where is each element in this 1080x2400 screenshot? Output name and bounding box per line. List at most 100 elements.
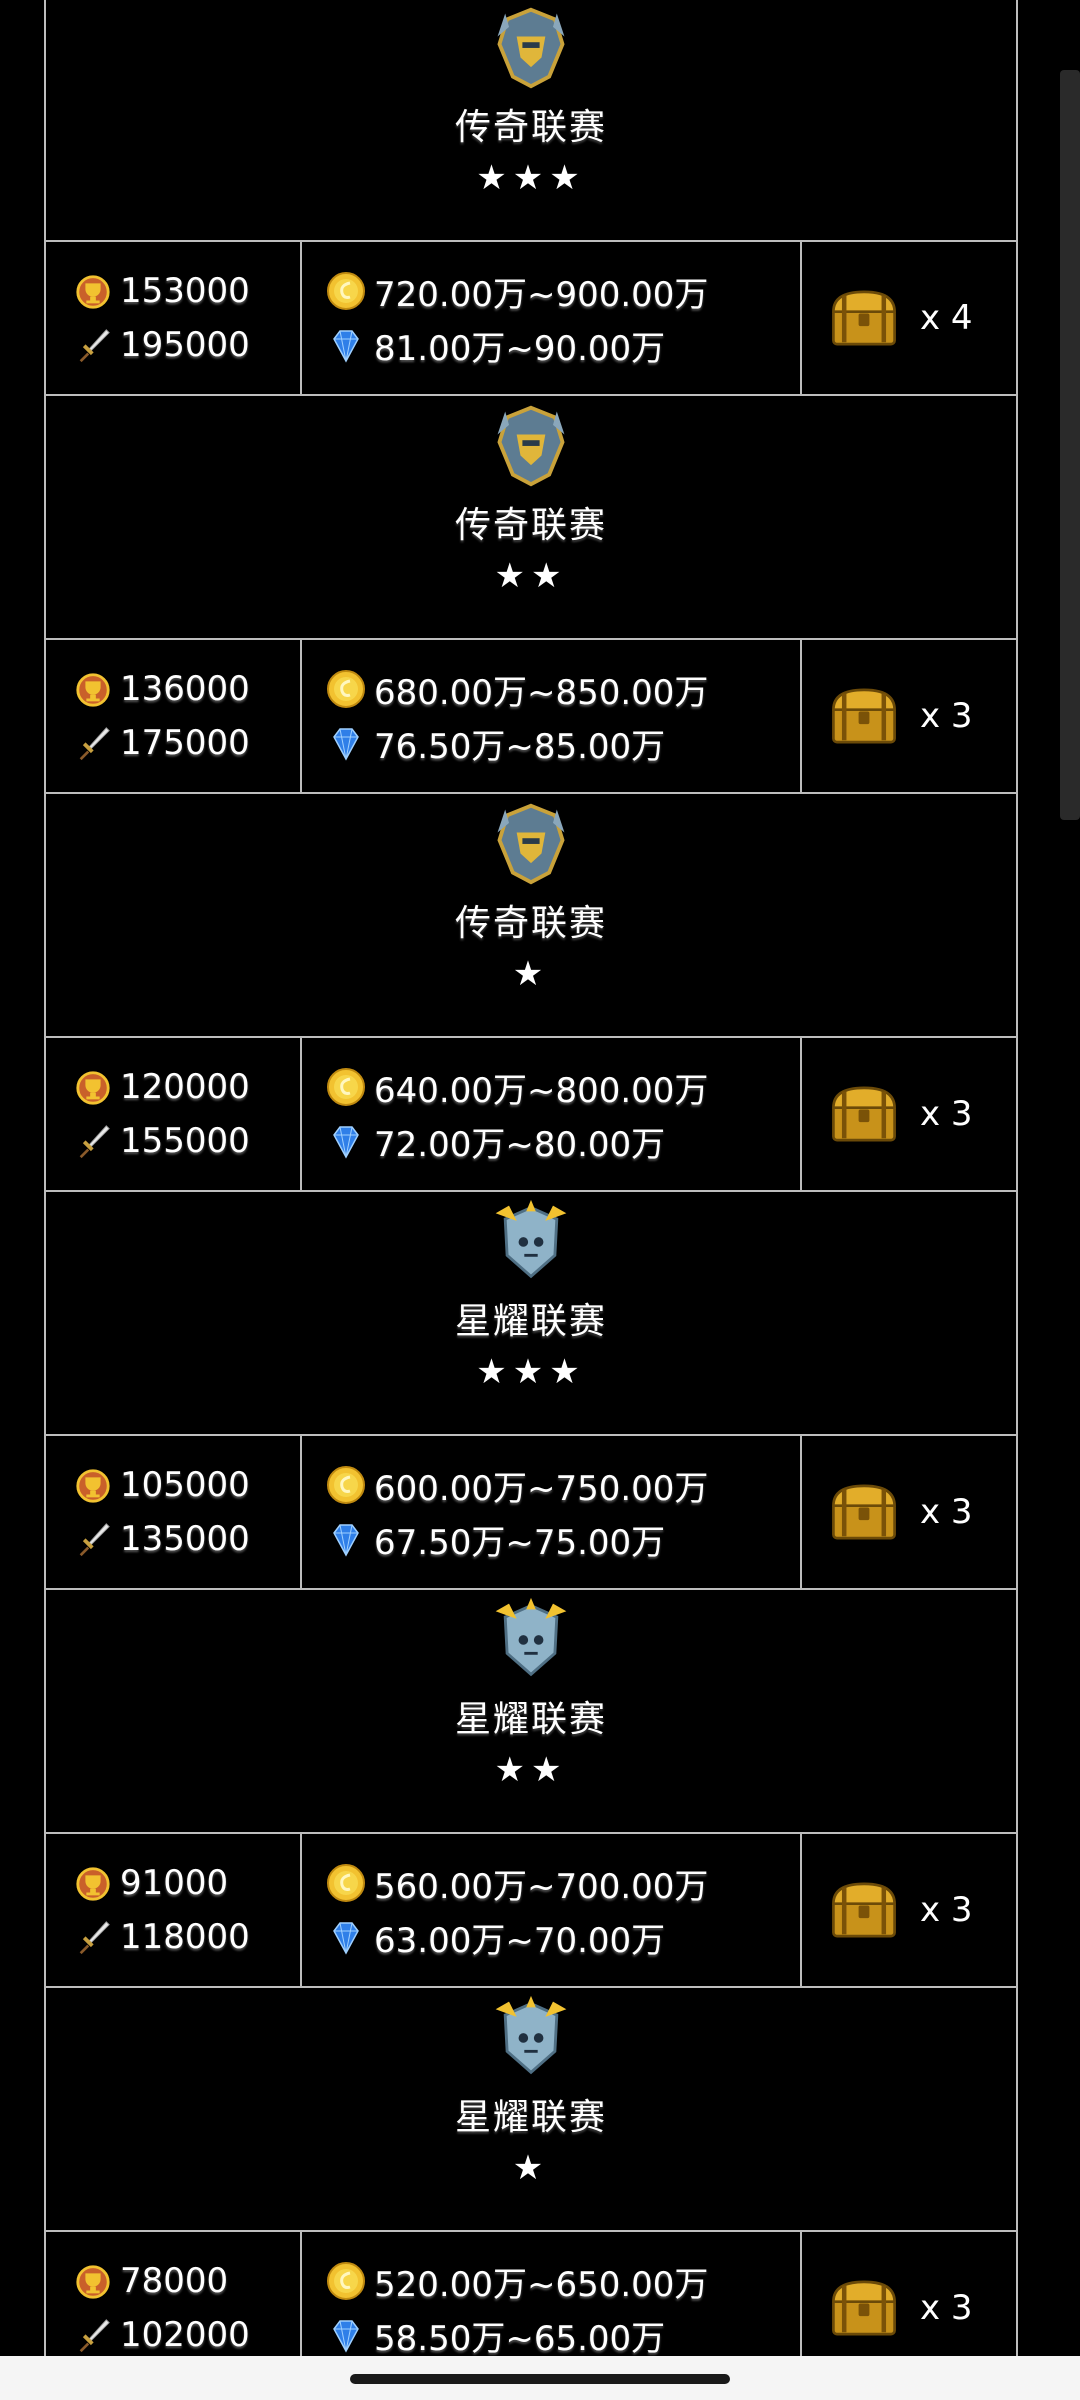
- trophy-value: 136000: [120, 669, 250, 709]
- trophy-value: 91000: [120, 1863, 229, 1903]
- power-line: 195000: [74, 318, 300, 372]
- trophy-line: 91000: [74, 1856, 300, 1910]
- league-tier-header: 星耀联赛 ★★★: [46, 1192, 1016, 1436]
- resource-cell: 680.00万~850.00万 76.50万~85.00万: [302, 640, 802, 792]
- treasure-chest-icon: [828, 1878, 900, 1942]
- gem-line: 67.50万~75.00万: [326, 1512, 800, 1566]
- gem-icon: [326, 723, 366, 763]
- trophy-icon: [74, 2262, 112, 2300]
- power-line: 175000: [74, 716, 300, 770]
- trophy-value: 78000: [120, 2261, 229, 2301]
- resource-cell: 560.00万~700.00万 63.00万~70.00万: [302, 1834, 802, 1986]
- league-tier-header: 星耀联赛 ★: [46, 1988, 1016, 2232]
- reward-row: 120000 155000 640.00万~800.00万 72.00万~80.…: [46, 1038, 1016, 1192]
- legend-emblem-icon: [487, 402, 575, 488]
- power-value: 175000: [120, 723, 250, 763]
- gem-range: 72.00万~80.00万: [374, 1124, 666, 1165]
- gem-icon: [326, 1121, 366, 1161]
- requirement-cell: 153000 195000: [46, 242, 302, 394]
- gem-range: 67.50万~75.00万: [374, 1522, 666, 1563]
- chest-count: x 3: [920, 2288, 973, 2328]
- gem-icon: [326, 325, 366, 365]
- gold-coin-icon: [326, 2261, 366, 2301]
- legend-emblem-icon: [487, 800, 575, 886]
- chest-cell: x 4: [802, 242, 1016, 394]
- power-line: 135000: [74, 1512, 300, 1566]
- trophy-icon: [74, 1864, 112, 1902]
- power-value: 102000: [120, 2315, 250, 2355]
- sword-icon: [74, 724, 112, 762]
- trophy-icon: [74, 272, 112, 310]
- gold-range: 560.00万~700.00万: [374, 1866, 709, 1907]
- league-tier-header: 传奇联赛 ★★★: [46, 0, 1016, 242]
- trophy-line: 105000: [74, 1458, 300, 1512]
- gold-line: 640.00万~800.00万: [326, 1060, 800, 1114]
- trophy-value: 153000: [120, 271, 250, 311]
- league-name: 传奇联赛: [454, 505, 607, 546]
- gold-coin-icon: [326, 1465, 366, 1505]
- reward-row: 136000 175000 680.00万~850.00万 76.50万~85.…: [46, 640, 1016, 794]
- gold-line: 600.00万~750.00万: [326, 1458, 800, 1512]
- gold-range: 680.00万~850.00万: [374, 672, 709, 713]
- gem-range: 58.50万~65.00万: [374, 2318, 666, 2359]
- league-stars: ★: [512, 954, 550, 994]
- treasure-chest-icon: [828, 286, 900, 350]
- resource-cell: 640.00万~800.00万 72.00万~80.00万: [302, 1038, 802, 1190]
- treasure-chest-icon: [828, 684, 900, 748]
- league-name: 传奇联赛: [454, 903, 607, 944]
- power-value: 135000: [120, 1519, 250, 1559]
- treasure-chest-icon: [828, 1480, 900, 1544]
- gem-line: 76.50万~85.00万: [326, 716, 800, 770]
- treasure-chest-icon: [828, 1082, 900, 1146]
- gold-range: 600.00万~750.00万: [374, 1468, 709, 1509]
- star-emblem-icon: [487, 1596, 575, 1682]
- resource-cell: 720.00万~900.00万 81.00万~90.00万: [302, 242, 802, 394]
- chest-cell: x 3: [802, 1834, 1016, 1986]
- league-tier-header: 传奇联赛 ★★: [46, 396, 1016, 640]
- trophy-line: 78000: [74, 2254, 300, 2308]
- star-emblem-icon: [487, 1198, 575, 1284]
- scrollbar[interactable]: [1060, 70, 1080, 820]
- league-stars: ★★★: [476, 158, 586, 198]
- requirement-cell: 105000 135000: [46, 1436, 302, 1588]
- gold-range: 640.00万~800.00万: [374, 1070, 709, 1111]
- chest-count: x 3: [920, 1094, 973, 1134]
- league-name: 星耀联赛: [454, 1699, 607, 1740]
- gold-line: 520.00万~650.00万: [326, 2254, 800, 2308]
- power-value: 155000: [120, 1121, 250, 1161]
- sword-icon: [74, 326, 112, 364]
- trophy-icon: [74, 1466, 112, 1504]
- league-stars: ★★: [494, 1750, 568, 1790]
- chest-count: x 3: [920, 1492, 973, 1532]
- chest-cell: x 3: [802, 1436, 1016, 1588]
- home-indicator[interactable]: [350, 2374, 730, 2384]
- gold-range: 720.00万~900.00万: [374, 274, 709, 315]
- legend-emblem-icon: [487, 4, 575, 90]
- league-name: 星耀联赛: [454, 2097, 607, 2138]
- league-stars: ★★★: [476, 1352, 586, 1392]
- chest-cell: x 3: [802, 1038, 1016, 1190]
- gold-coin-icon: [326, 669, 366, 709]
- gold-coin-icon: [326, 271, 366, 311]
- sword-icon: [74, 2316, 112, 2354]
- trophy-value: 105000: [120, 1465, 250, 1505]
- gold-line: 720.00万~900.00万: [326, 264, 800, 318]
- gem-line: 58.50万~65.00万: [326, 2308, 800, 2362]
- gem-icon: [326, 1917, 366, 1957]
- power-line: 118000: [74, 1910, 300, 1964]
- power-value: 118000: [120, 1917, 250, 1957]
- gem-range: 76.50万~85.00万: [374, 726, 666, 767]
- chest-count: x 4: [920, 298, 973, 338]
- gold-coin-icon: [326, 1863, 366, 1903]
- league-name: 星耀联赛: [454, 1301, 607, 1342]
- power-value: 195000: [120, 325, 250, 365]
- gem-line: 72.00万~80.00万: [326, 1114, 800, 1168]
- league-tier-header: 传奇联赛 ★: [46, 794, 1016, 1038]
- gem-line: 81.00万~90.00万: [326, 318, 800, 372]
- sword-icon: [74, 1918, 112, 1956]
- sword-icon: [74, 1520, 112, 1558]
- league-stars: ★★: [494, 556, 568, 596]
- trophy-line: 120000: [74, 1060, 300, 1114]
- requirement-cell: 136000 175000: [46, 640, 302, 792]
- sword-icon: [74, 1122, 112, 1160]
